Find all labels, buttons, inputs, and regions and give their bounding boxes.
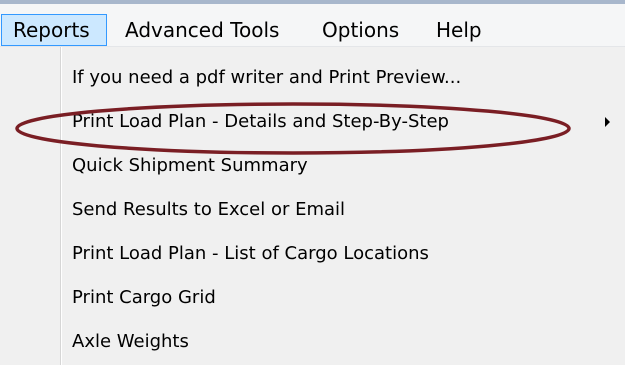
menu-item-quick-shipment-summary[interactable]: Quick Shipment Summary: [0, 144, 625, 188]
menu-item-send-results[interactable]: Send Results to Excel or Email: [0, 188, 625, 232]
menu-item-label: Quick Shipment Summary: [72, 155, 308, 176]
menu-item-label: If you need a pdf writer and Print Previ…: [72, 67, 462, 88]
menu-bar: Reports Advanced Tools Options Help: [0, 0, 625, 47]
menu-item-label: Send Results to Excel or Email: [72, 199, 346, 220]
menu-item-pdf-writer[interactable]: If you need a pdf writer and Print Previ…: [0, 56, 625, 100]
menu-item-label: Print Load Plan - List of Cargo Location…: [72, 243, 429, 264]
menu-item-label: Axle Weights: [72, 331, 189, 352]
menu-item-print-load-plan-details[interactable]: Print Load Plan - Details and Step-By-St…: [0, 100, 625, 144]
menu-reports[interactable]: Reports: [1, 14, 107, 46]
menu-item-label: Print Load Plan - Details and Step-By-St…: [72, 111, 449, 132]
menu-item-axle-weights[interactable]: Axle Weights: [0, 320, 625, 364]
menu-advanced-tools[interactable]: Advanced Tools: [125, 14, 279, 46]
menu-help[interactable]: Help: [436, 14, 482, 46]
menu-item-print-cargo-grid[interactable]: Print Cargo Grid: [0, 276, 625, 320]
chevron-right-icon: [605, 117, 610, 127]
reports-dropdown-menu: If you need a pdf writer and Print Previ…: [0, 47, 625, 365]
menu-item-print-cargo-locations[interactable]: Print Load Plan - List of Cargo Location…: [0, 232, 625, 276]
menu-options[interactable]: Options: [322, 14, 399, 46]
menu-item-label: Print Cargo Grid: [72, 287, 216, 308]
